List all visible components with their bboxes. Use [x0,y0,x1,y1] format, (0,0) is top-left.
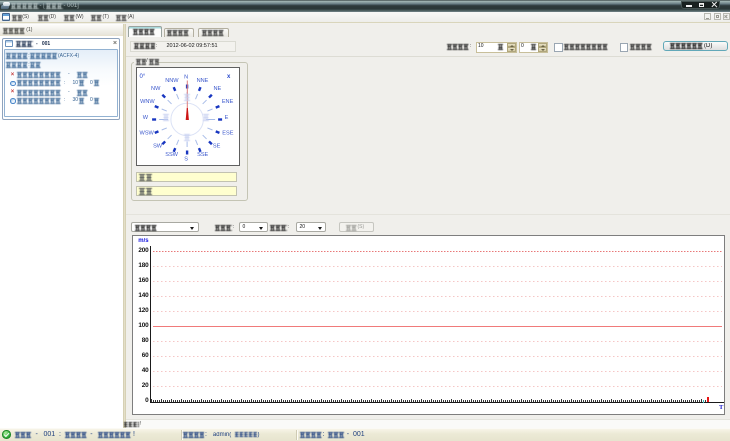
svg-text:S: S [184,156,188,162]
svg-text:NNE: NNE [197,77,209,83]
svg-text:0°: 0° [140,74,146,80]
svg-text:WNW: WNW [140,98,155,104]
svg-text:N: N [184,74,188,80]
svg-text:W: W [143,115,149,121]
svg-text:WSW: WSW [140,130,155,136]
svg-text:E: E [225,115,229,121]
svg-text:NW: NW [151,86,161,92]
svg-text:SSE: SSE [197,151,208,157]
svg-text:SW: SW [153,143,163,149]
svg-text:ENE: ENE [222,98,234,104]
svg-text:SSW: SSW [165,151,178,157]
svg-text:NNW: NNW [165,77,179,83]
svg-text:SE: SE [213,143,221,149]
svg-text:NE: NE [214,86,222,92]
svg-text:ESE: ESE [222,130,233,136]
svg-text:x: x [227,74,231,80]
